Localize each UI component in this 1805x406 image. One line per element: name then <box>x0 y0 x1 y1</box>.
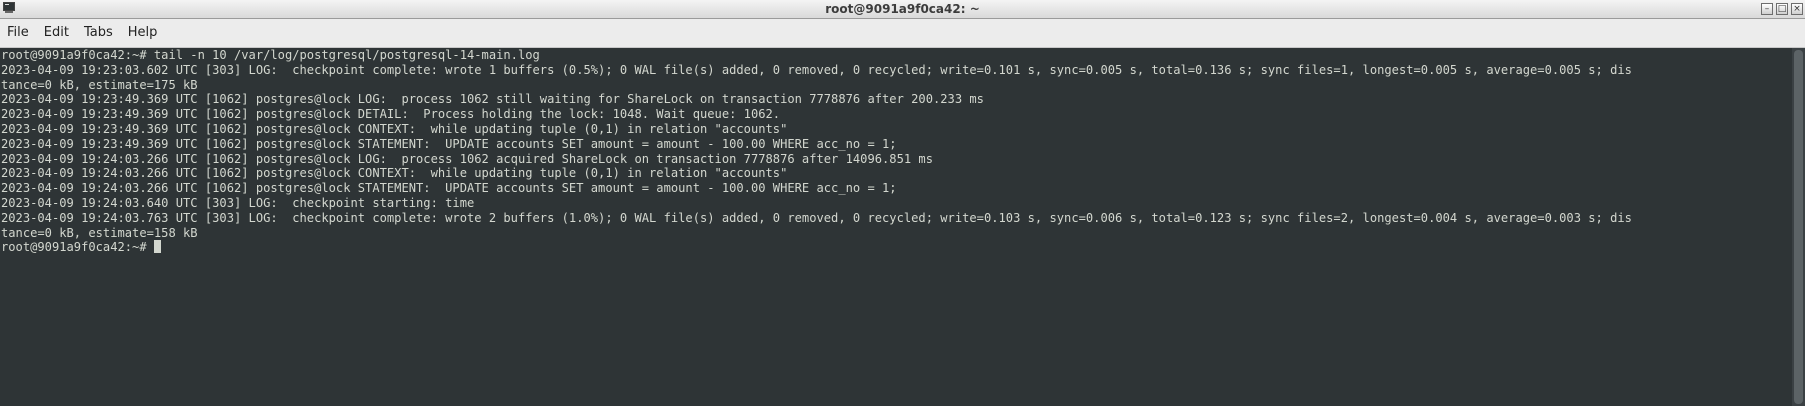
terminal-line: root@9091a9f0ca42:~# tail -n 10 /var/log… <box>1 48 540 62</box>
minimize-button[interactable]: – <box>1761 3 1773 15</box>
menu-edit[interactable]: Edit <box>38 23 75 43</box>
terminal-line: 2023-04-09 19:23:49.369 UTC [1062] postg… <box>1 121 788 136</box>
terminal-line: 2023-04-09 19:23:49.369 UTC [1062] postg… <box>1 136 897 151</box>
terminal-line: 2023-04-09 19:24:03.640 UTC [303] LOG: c… <box>1 195 475 210</box>
window-titlebar[interactable]: root@9091a9f0ca42: ~ – □ × <box>0 0 1805 19</box>
scrollbar-thumb[interactable] <box>1794 50 1803 404</box>
menu-tabs[interactable]: Tabs <box>78 23 119 43</box>
terminal-cursor <box>153 240 161 254</box>
terminal-line: 2023-04-09 19:23:03.602 UTC [303] LOG: c… <box>1 62 1632 77</box>
minimize-icon: – <box>1764 4 1770 14</box>
menu-bar: File Edit Tabs Help <box>0 19 1805 48</box>
close-button[interactable]: × <box>1791 3 1803 15</box>
terminal-line: 2023-04-09 19:24:03.763 UTC [303] LOG: c… <box>1 210 1632 225</box>
terminal-text: root@9091a9f0ca42:~# tail -n 10 /var/log… <box>1 48 1632 255</box>
terminal-line: 2023-04-09 19:23:49.369 UTC [1062] postg… <box>1 92 984 107</box>
terminal-line: tance=0 kB, estimate=175 kB <box>1 77 198 92</box>
terminal-prompt: root@9091a9f0ca42:~# <box>1 240 154 255</box>
terminal-line: 2023-04-09 19:24:03.266 UTC [1062] postg… <box>1 181 897 196</box>
menu-file[interactable]: File <box>1 23 35 43</box>
terminal-line: 2023-04-09 19:23:49.369 UTC [1062] postg… <box>1 107 781 122</box>
close-icon: × <box>1793 4 1801 14</box>
terminal-scrollbar[interactable] <box>1792 48 1805 406</box>
maximize-icon: □ <box>1777 4 1787 14</box>
window-title: root@9091a9f0ca42: ~ <box>825 2 980 16</box>
terminal-line: 2023-04-09 19:24:03.266 UTC [1062] postg… <box>1 166 788 181</box>
terminal-line: tance=0 kB, estimate=158 kB <box>1 225 198 240</box>
terminal-line: 2023-04-09 19:24:03.266 UTC [1062] postg… <box>1 151 933 166</box>
terminal-output-area[interactable]: root@9091a9f0ca42:~# tail -n 10 /var/log… <box>0 48 1792 406</box>
maximize-button[interactable]: □ <box>1776 3 1788 15</box>
menu-help[interactable]: Help <box>122 23 164 43</box>
